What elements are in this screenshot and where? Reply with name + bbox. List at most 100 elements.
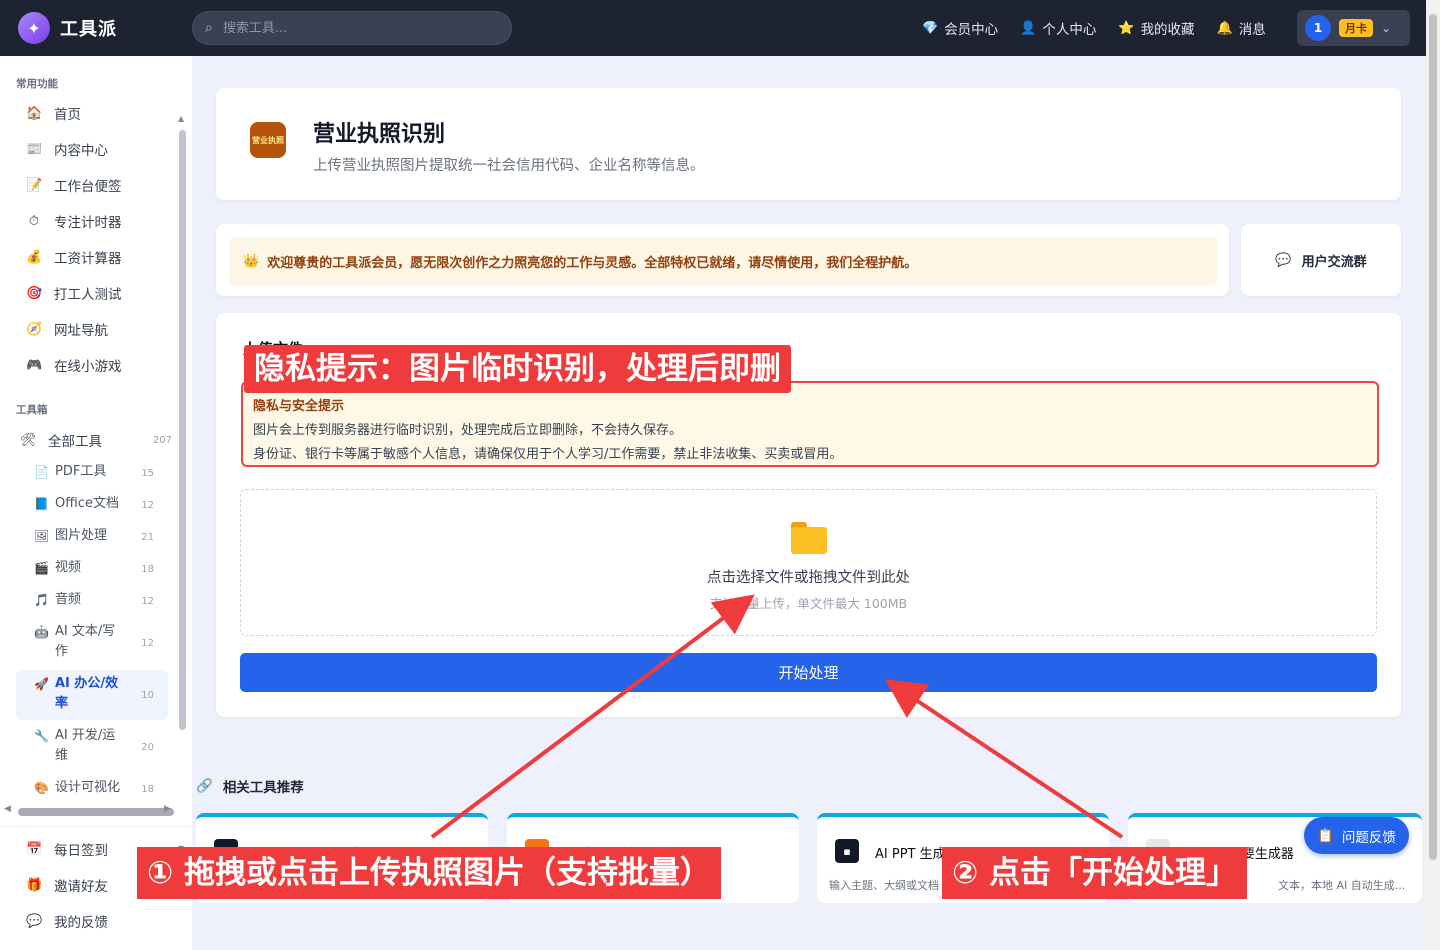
logo[interactable]: ✦ 工具派 xyxy=(18,12,117,44)
tool-count: 12 xyxy=(141,500,154,511)
feedback-button[interactable]: 📋 问题反馈 xyxy=(1304,817,1409,854)
related-title-text: 相关工具推荐 xyxy=(222,780,304,796)
subitem-label: Office文档 xyxy=(55,496,119,511)
sidebar-subitem-video[interactable]: 🎬 视频 18 xyxy=(34,558,154,578)
sidebar-item-label: 工资计算器 xyxy=(54,251,122,267)
sidebar: 常用功能 🏠 首页 📰 内容中心 📝 工作台便签 ⏱ 专注计时器 💰 工资计算器 🎯 打工人… xyxy=(0,56,192,950)
rocket-icon: 🚀 xyxy=(34,677,49,691)
tool-count: 12 xyxy=(141,596,154,607)
sidebar-item-label: 每日签到 xyxy=(54,843,108,859)
sidebar-item-timer[interactable]: ⏱ 专注计时器 xyxy=(26,211,122,232)
sidebar-item-invite[interactable]: 🎁 邀请好友 xyxy=(26,875,108,896)
sidebar-subitem-audio[interactable]: 🎵 音频 12 xyxy=(34,590,154,610)
section-title-common: 常用功能 xyxy=(16,78,58,90)
user-group-button[interactable]: 💬 用户交流群 xyxy=(1241,224,1401,296)
sidebar-item-content[interactable]: 📰 内容中心 xyxy=(26,139,108,160)
search-input[interactable] xyxy=(222,20,473,36)
sidebar-subitem-pdf[interactable]: 📄 PDF工具 15 xyxy=(34,462,154,482)
home-icon: 🏠 xyxy=(26,105,43,121)
sidebar-subitem-design[interactable]: 🎨 设计可视化 18 xyxy=(34,778,154,798)
subitem-label: AI 办公/效率 xyxy=(55,676,119,711)
avatar: 1 xyxy=(1305,15,1331,41)
scroll-up-arrow[interactable]: ▲ xyxy=(178,114,184,123)
sidebar-item-label: 我的反馈 xyxy=(54,915,108,931)
scrollbar-thumb[interactable] xyxy=(1429,14,1437,860)
link-icon: 🔗 xyxy=(196,778,213,794)
tool-count: 18 xyxy=(141,784,154,795)
page-description: 上传营业执照图片提取统一社会信用代码、企业名称等信息。 xyxy=(313,158,705,174)
sidebar-item-label: 首页 xyxy=(54,107,81,123)
image-icon: 🖼 xyxy=(34,529,50,543)
robot-icon: 🤖 xyxy=(34,625,49,639)
sidebar-item-salary[interactable]: 💰 工资计算器 xyxy=(26,247,122,268)
sidebar-item-checkin[interactable]: 📅 每日签到 xyxy=(26,839,108,860)
timer-icon: ⏱ xyxy=(28,213,40,229)
folder-icon xyxy=(791,522,827,554)
sidebar-subitem-image[interactable]: 🖼 图片处理 21 xyxy=(34,526,154,546)
money-bag-icon: 💰 xyxy=(26,249,43,265)
nav-label: 个人中心 xyxy=(1042,22,1097,38)
nav-personal-center[interactable]: 👤 个人中心 xyxy=(1020,18,1097,39)
sidebar-subitem-ai-office[interactable]: 🚀 AI 办公/效率 10 xyxy=(34,674,154,714)
start-processing-button[interactable]: 开始处理 xyxy=(240,653,1377,692)
membership-badge: 月卡 xyxy=(1339,19,1373,37)
calendar-icon: 📅 xyxy=(26,841,43,857)
page-title: 营业执照识别 xyxy=(313,122,446,147)
memo-icon: 📝 xyxy=(26,177,43,193)
speech-bubble-icon: 💬 xyxy=(1275,252,1292,268)
scroll-right-arrow[interactable]: ▶ xyxy=(164,804,171,814)
sidebar-scrollbar[interactable] xyxy=(179,130,186,730)
privacy-text: 身份证、银行卡等属于敏感个人信息，请确保仅用于个人学习/工作需要，禁止非法收集、… xyxy=(253,447,843,462)
divider xyxy=(0,826,192,827)
nav-favorites[interactable]: ⭐ 我的收藏 xyxy=(1118,18,1195,39)
subitem-label: 设计可视化 xyxy=(55,780,121,795)
nav-messages[interactable]: 🔔 消息 xyxy=(1216,18,1266,39)
sidebar-item-feedback[interactable]: 💬 我的反馈 xyxy=(26,911,108,932)
tools-icon: 🛠 xyxy=(20,432,37,448)
subitem-label: 图片处理 xyxy=(55,528,108,543)
document-icon: 📄 xyxy=(34,465,49,479)
bell-icon: 🔔 xyxy=(1216,20,1233,36)
newspaper-icon: 📰 xyxy=(26,141,43,157)
target-icon: 🎯 xyxy=(26,285,43,301)
sidebar-item-games[interactable]: 🎮 在线小游戏 xyxy=(26,355,122,376)
diamond-icon: 💎 xyxy=(922,20,939,36)
subitem-label: AI 文本/写作 xyxy=(55,624,116,659)
subitem-label: PDF工具 xyxy=(55,464,107,479)
privacy-text: 图片会上传到服务器进行临时识别，处理完成后立即删除，不会持久保存。 xyxy=(253,423,683,438)
sidebar-item-all-tools[interactable]: 🛠 全部工具 207 xyxy=(20,430,172,451)
tool-icon: ▪ xyxy=(835,839,859,863)
section-title-toolbox: 工具箱 xyxy=(16,404,48,416)
sidebar-item-label: 内容中心 xyxy=(54,143,108,159)
sidebar-item-nav[interactable]: 🧭 网址导航 xyxy=(26,319,108,340)
page-scrollbar[interactable] xyxy=(1426,0,1440,950)
top-bar: ✦ 工具派 ⌕ 💎 会员中心 👤 个人中心 ⭐ 我的收藏 🔔 消息 1 月卡 ⌄ xyxy=(0,0,1440,56)
sidebar-subitem-ai-dev[interactable]: 🔧 AI 开发/运维 20 xyxy=(34,726,154,766)
sidebar-horizontal-scrollbar[interactable] xyxy=(18,808,174,816)
sidebar-subitem-office[interactable]: 📘 Office文档 12 xyxy=(34,494,154,514)
chevron-down-icon: ⌄ xyxy=(1381,21,1392,35)
nav-label: 会员中心 xyxy=(944,22,999,38)
dropzone-label: 点击选择文件或拖拽文件到此处 xyxy=(707,570,910,586)
sidebar-item-label: 工作台便签 xyxy=(54,179,122,195)
logo-text: 工具派 xyxy=(60,19,117,40)
file-dropzone[interactable]: 点击选择文件或拖拽文件到此处 支持批量上传，单文件最大 100MB xyxy=(240,489,1377,636)
annotation-step2: ② 点击「开始处理」 xyxy=(942,847,1248,899)
scroll-left-arrow[interactable]: ◀ xyxy=(4,804,11,814)
related-card-desc: 输入主题、大纲或文档 xyxy=(829,879,939,892)
sidebar-item-notes[interactable]: 📝 工作台便签 xyxy=(26,175,122,196)
tool-count: 18 xyxy=(141,564,154,575)
speech-bubble-icon: 💬 xyxy=(26,913,43,929)
search-box[interactable]: ⌕ xyxy=(192,11,512,45)
group-button-label: 用户交流群 xyxy=(1301,254,1367,270)
sidebar-item-worker-test[interactable]: 🎯 打工人测试 xyxy=(26,283,122,304)
nav-label: 我的收藏 xyxy=(1140,22,1195,38)
sidebar-item-label: 打工人测试 xyxy=(54,287,122,303)
sidebar-item-home[interactable]: 🏠 首页 xyxy=(26,103,81,124)
tool-count: 10 xyxy=(141,690,154,701)
user-menu[interactable]: 1 月卡 ⌄ xyxy=(1297,10,1410,46)
nav-member-center[interactable]: 💎 会员中心 xyxy=(922,18,999,39)
nav-label: 消息 xyxy=(1238,22,1266,38)
clipboard-icon: 📋 xyxy=(1317,827,1334,844)
sidebar-subitem-ai-text[interactable]: 🤖 AI 文本/写作 12 xyxy=(34,622,154,662)
